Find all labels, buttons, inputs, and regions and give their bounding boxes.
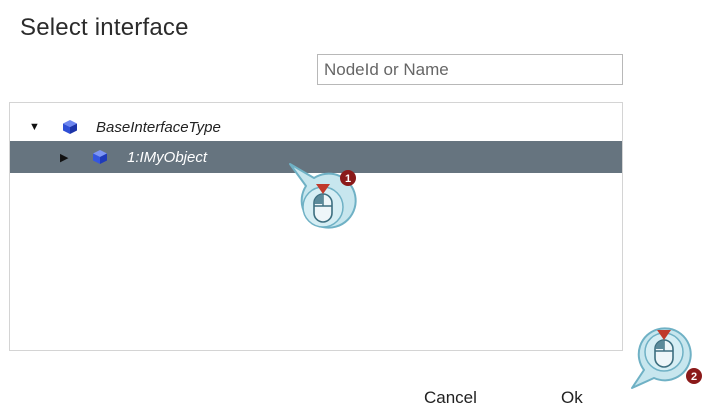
cancel-button[interactable]: Cancel [424,388,477,408]
mouse-icon [313,193,333,223]
cube-icon [63,120,77,134]
cube-icon [93,150,107,164]
tree-node-label: BaseInterfaceType [96,118,221,136]
svg-text:1: 1 [345,173,351,185]
svg-text:2: 2 [691,371,697,383]
mouse-icon [654,339,674,368]
tree-node-base-interface-type[interactable]: ▼ BaseInterfaceType [10,111,622,143]
ok-button[interactable]: Ok [561,388,583,408]
mouse-click-callout-2: 2 [631,327,702,389]
collapse-arrow-icon[interactable]: ▶ [60,151,68,164]
dialog-title: Select interface [20,14,189,41]
expand-arrow-icon[interactable]: ▼ [29,121,40,133]
mouse-click-callout-1: 1 [289,163,357,229]
tree-node-label: 1:IMyObject [127,148,208,166]
search-input[interactable] [317,54,623,85]
